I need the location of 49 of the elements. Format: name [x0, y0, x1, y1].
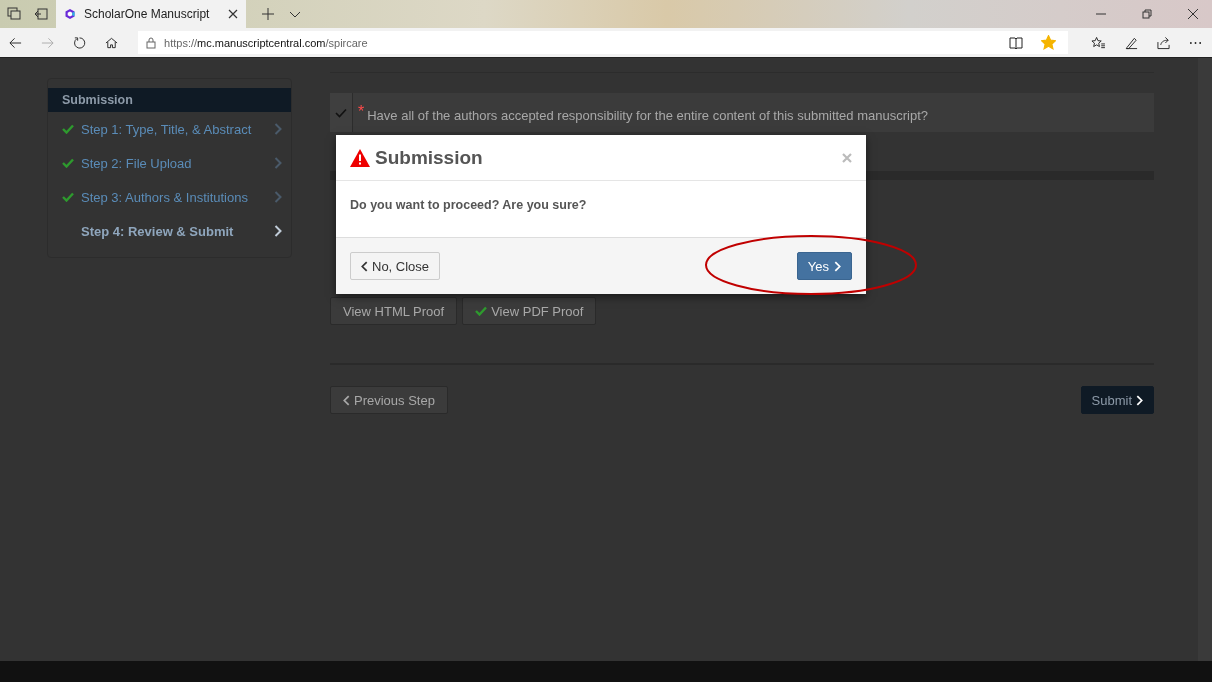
- chevron-right-icon: [834, 260, 841, 272]
- checkbox[interactable]: [330, 93, 353, 132]
- chevron-left-icon: [361, 260, 368, 272]
- checkmark-icon: [62, 192, 74, 202]
- set-aside-tabs-icon[interactable]: [34, 7, 48, 21]
- tab-list-icon[interactable]: [7, 7, 21, 21]
- step-link[interactable]: Step 3: Authors & Institutions: [48, 180, 291, 214]
- pen-icon[interactable]: [1124, 35, 1138, 50]
- required-asterisk: *: [358, 102, 365, 120]
- chevron-right-icon: [1136, 394, 1143, 406]
- proof-button[interactable]: View HTML Proof: [330, 297, 458, 325]
- scrollbar-track[interactable]: [1198, 58, 1212, 661]
- close-icon[interactable]: [1188, 9, 1198, 19]
- share-icon[interactable]: [1156, 35, 1170, 50]
- dialog-title: Submission: [375, 146, 483, 169]
- chevron-right-icon: [274, 157, 282, 169]
- restore-icon[interactable]: [1142, 9, 1152, 19]
- checkmark-icon: [62, 158, 74, 168]
- chevron-left-icon: [343, 394, 350, 406]
- site-logo-icon: [64, 8, 76, 20]
- warning-icon: [350, 148, 370, 167]
- question-text: Have all of the authors accepted responsibility for the entire content of this submitted manuscript?: [367, 107, 928, 123]
- confirm-button[interactable]: Yes: [796, 252, 852, 280]
- proof-button[interactable]: View PDF Proof: [462, 297, 597, 325]
- reading-view-icon[interactable]: [1009, 36, 1024, 49]
- cancel-button[interactable]: No, Close: [350, 252, 441, 280]
- chevron-right-icon: [274, 123, 282, 135]
- favorites-icon[interactable]: [1091, 35, 1106, 50]
- browser-tab[interactable]: ScholarOne Manuscript: [56, 0, 246, 28]
- checkmark-icon: [335, 107, 347, 118]
- checkmark-icon: [62, 124, 74, 134]
- checkmark-icon: [475, 306, 488, 316]
- submit-button[interactable]: Submit: [1080, 386, 1154, 414]
- step-link[interactable]: Step 4: Review & Submit: [48, 214, 291, 248]
- more-icon[interactable]: [1188, 40, 1202, 45]
- step-link[interactable]: Step 2: File Upload: [48, 146, 291, 180]
- address-field[interactable]: https://mc.manuscriptcentral.com/spircare: [138, 31, 1069, 54]
- new-tab-icon[interactable]: [261, 7, 275, 21]
- previous-step-button[interactable]: Previous Step: [330, 386, 448, 414]
- sidebar-title: Submission: [48, 88, 291, 112]
- back-arrow-icon[interactable]: [9, 35, 22, 50]
- chevron-right-icon: [274, 191, 282, 203]
- refresh-icon[interactable]: [73, 35, 87, 50]
- star-icon[interactable]: [1041, 35, 1057, 50]
- chevron-right-icon: [274, 225, 282, 237]
- home-icon[interactable]: [105, 35, 119, 50]
- lock-icon: [146, 36, 157, 49]
- close-tab-icon[interactable]: [228, 9, 238, 19]
- step-link[interactable]: Step 1: Type, Title, & Abstract: [48, 112, 291, 146]
